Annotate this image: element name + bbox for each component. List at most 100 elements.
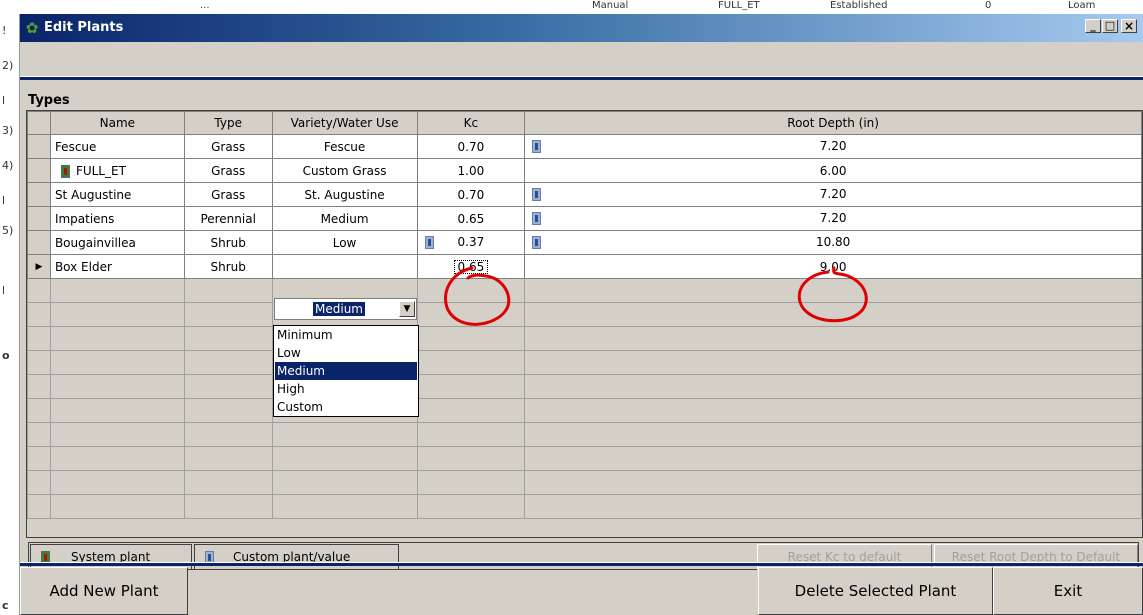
types-panel-label: Types <box>28 93 70 108</box>
cell-type[interactable]: Grass <box>183 134 273 159</box>
cell-variety-editing[interactable] <box>271 254 418 279</box>
delete-selected-plant-button[interactable]: Delete Selected Plant <box>758 567 993 615</box>
root-depth-value: 7.20 <box>819 211 847 225</box>
cell-name[interactable]: Fescue <box>49 134 185 159</box>
cell-root-depth[interactable]: 7.20 <box>524 206 1142 231</box>
row-selector[interactable] <box>27 182 51 207</box>
empty-row <box>27 302 1142 327</box>
cell-variety[interactable]: Fescue <box>271 134 418 159</box>
table-row[interactable]: FULL_ET Grass Custom Grass 1.00 6.00 <box>27 158 1142 183</box>
cell-kc[interactable]: 0.65 <box>416 206 526 231</box>
cell-root-depth[interactable]: 7.20 <box>524 134 1142 159</box>
cell-name[interactable]: St Augustine <box>49 182 185 207</box>
empty-row <box>27 278 1142 303</box>
empty-row <box>27 374 1142 399</box>
cell-variety[interactable]: Low <box>271 230 418 255</box>
root-depth-value: 9.00 <box>819 259 847 274</box>
bg-fragment: 5) <box>2 224 14 237</box>
title-bar[interactable]: ✿ Edit Plants _ □ × <box>20 14 1143 42</box>
cell-kc[interactable]: 0.37 <box>416 230 526 255</box>
variety-dropdown-list: Minimum Low Medium High Custom <box>273 325 419 417</box>
empty-row <box>27 326 1142 351</box>
chevron-down-icon[interactable]: ▼ <box>399 301 415 317</box>
table-row-current[interactable]: ▶ Box Elder Shrub 0.65 9.00 <box>27 254 1142 279</box>
cell-root-depth[interactable]: 7.20 <box>524 182 1142 207</box>
add-new-plant-button[interactable]: Add New Plant <box>20 567 188 615</box>
cell-type[interactable]: Grass <box>183 158 273 183</box>
bg-fragment: l <box>2 94 6 107</box>
name-value: FULL_ET <box>75 163 126 178</box>
empty-row <box>27 398 1142 423</box>
cell-name[interactable]: Bougainvillea <box>49 230 185 255</box>
maximize-button[interactable]: □ <box>1102 19 1118 33</box>
plant-icon: ✿ <box>25 19 39 37</box>
row-header-corner <box>27 111 51 135</box>
variety-combo[interactable]: Medium ▼ <box>274 298 417 320</box>
column-header-variety[interactable]: Variety/Water Use <box>271 111 418 135</box>
column-header-type[interactable]: Type <box>183 111 273 135</box>
row-selector[interactable] <box>27 134 51 159</box>
cell-variety[interactable]: Custom Grass <box>271 158 418 183</box>
dropdown-option-selected[interactable]: Medium <box>275 362 417 380</box>
bg-fragment: FULL_ET <box>718 0 760 11</box>
bg-fragment: Manual <box>592 0 629 11</box>
bg-fragment: c <box>2 599 9 612</box>
root-depth-value: 10.80 <box>815 235 851 249</box>
minimize-button[interactable]: _ <box>1085 19 1101 33</box>
dropdown-option[interactable]: Custom <box>275 398 417 416</box>
bg-fragment: ! <box>2 24 7 37</box>
column-header-root-depth[interactable]: Root Depth (in) <box>524 111 1142 135</box>
empty-row <box>27 470 1142 495</box>
plants-grid: Name Type Variety/Water Use Kc Root Dept… <box>26 110 1143 538</box>
dropdown-option[interactable]: Low <box>275 344 417 362</box>
cell-kc[interactable]: 0.65 <box>416 254 526 279</box>
bg-fragment: Loam <box>1068 0 1096 11</box>
separator-line <box>20 562 1143 566</box>
cell-type[interactable]: Perennial <box>183 206 273 231</box>
column-header-name[interactable]: Name <box>49 111 185 135</box>
row-selector[interactable] <box>27 230 51 255</box>
row-selector[interactable] <box>27 206 51 231</box>
cell-variety[interactable]: St. Augustine <box>271 182 418 207</box>
cell-root-depth[interactable]: 10.80 <box>524 230 1142 255</box>
table-row[interactable]: Impatiens Perennial Medium 0.65 7.20 <box>27 206 1142 231</box>
bg-fragment: 4) <box>2 159 14 172</box>
dropdown-option[interactable]: High <box>275 380 417 398</box>
cell-kc[interactable]: 0.70 <box>416 134 526 159</box>
dropdown-option[interactable]: Minimum <box>275 326 417 344</box>
close-button[interactable]: × <box>1121 19 1137 33</box>
cell-name[interactable]: Box Elder <box>49 254 185 279</box>
kc-value: 0.65 <box>452 258 491 276</box>
cell-name[interactable]: FULL_ET <box>49 158 185 183</box>
cell-kc[interactable]: 1.00 <box>416 158 526 183</box>
window-title: Edit Plants <box>44 20 124 35</box>
exit-button[interactable]: Exit <box>993 567 1143 615</box>
bg-fragment: ... <box>200 0 210 11</box>
plants-table: Name Type Variety/Water Use Kc Root Dept… <box>27 111 1142 519</box>
table-row[interactable]: Bougainvillea Shrub Low 0.37 10.80 <box>27 230 1142 255</box>
bg-fragment: l <box>2 284 6 297</box>
cell-root-depth[interactable]: 6.00 <box>524 158 1142 183</box>
cell-type[interactable]: Grass <box>183 182 273 207</box>
cell-variety[interactable]: Medium <box>271 206 418 231</box>
legend-custom: Custom plant/value <box>194 544 399 570</box>
table-header-row: Name Type Variety/Water Use Kc Root Dept… <box>27 111 1142 135</box>
background-window-left: ! 2) l 3) 4) l 5) l o c <box>0 14 20 615</box>
cell-name[interactable]: Impatiens <box>49 206 185 231</box>
bg-fragment: 2) <box>2 59 14 72</box>
current-row-arrow-icon[interactable]: ▶ <box>27 254 51 279</box>
cell-type[interactable]: Shrub <box>183 254 273 279</box>
column-header-kc[interactable]: Kc <box>416 111 526 135</box>
cell-kc[interactable]: 0.70 <box>416 182 526 207</box>
root-depth-value: 7.20 <box>819 187 847 201</box>
cell-type[interactable]: Shrub <box>183 230 273 255</box>
kc-value: 0.37 <box>457 235 485 249</box>
row-selector[interactable] <box>27 158 51 183</box>
empty-row <box>27 350 1142 375</box>
table-row[interactable]: St Augustine Grass St. Augustine 0.70 7.… <box>27 182 1142 207</box>
bg-fragment: 3) <box>2 124 14 137</box>
background-window-header: ... Manual FULL_ET Established 0 Loam <box>0 0 1143 14</box>
empty-row <box>27 446 1142 471</box>
table-row[interactable]: Fescue Grass Fescue 0.70 7.20 <box>27 134 1142 159</box>
cell-root-depth[interactable]: 9.00 <box>524 254 1142 279</box>
